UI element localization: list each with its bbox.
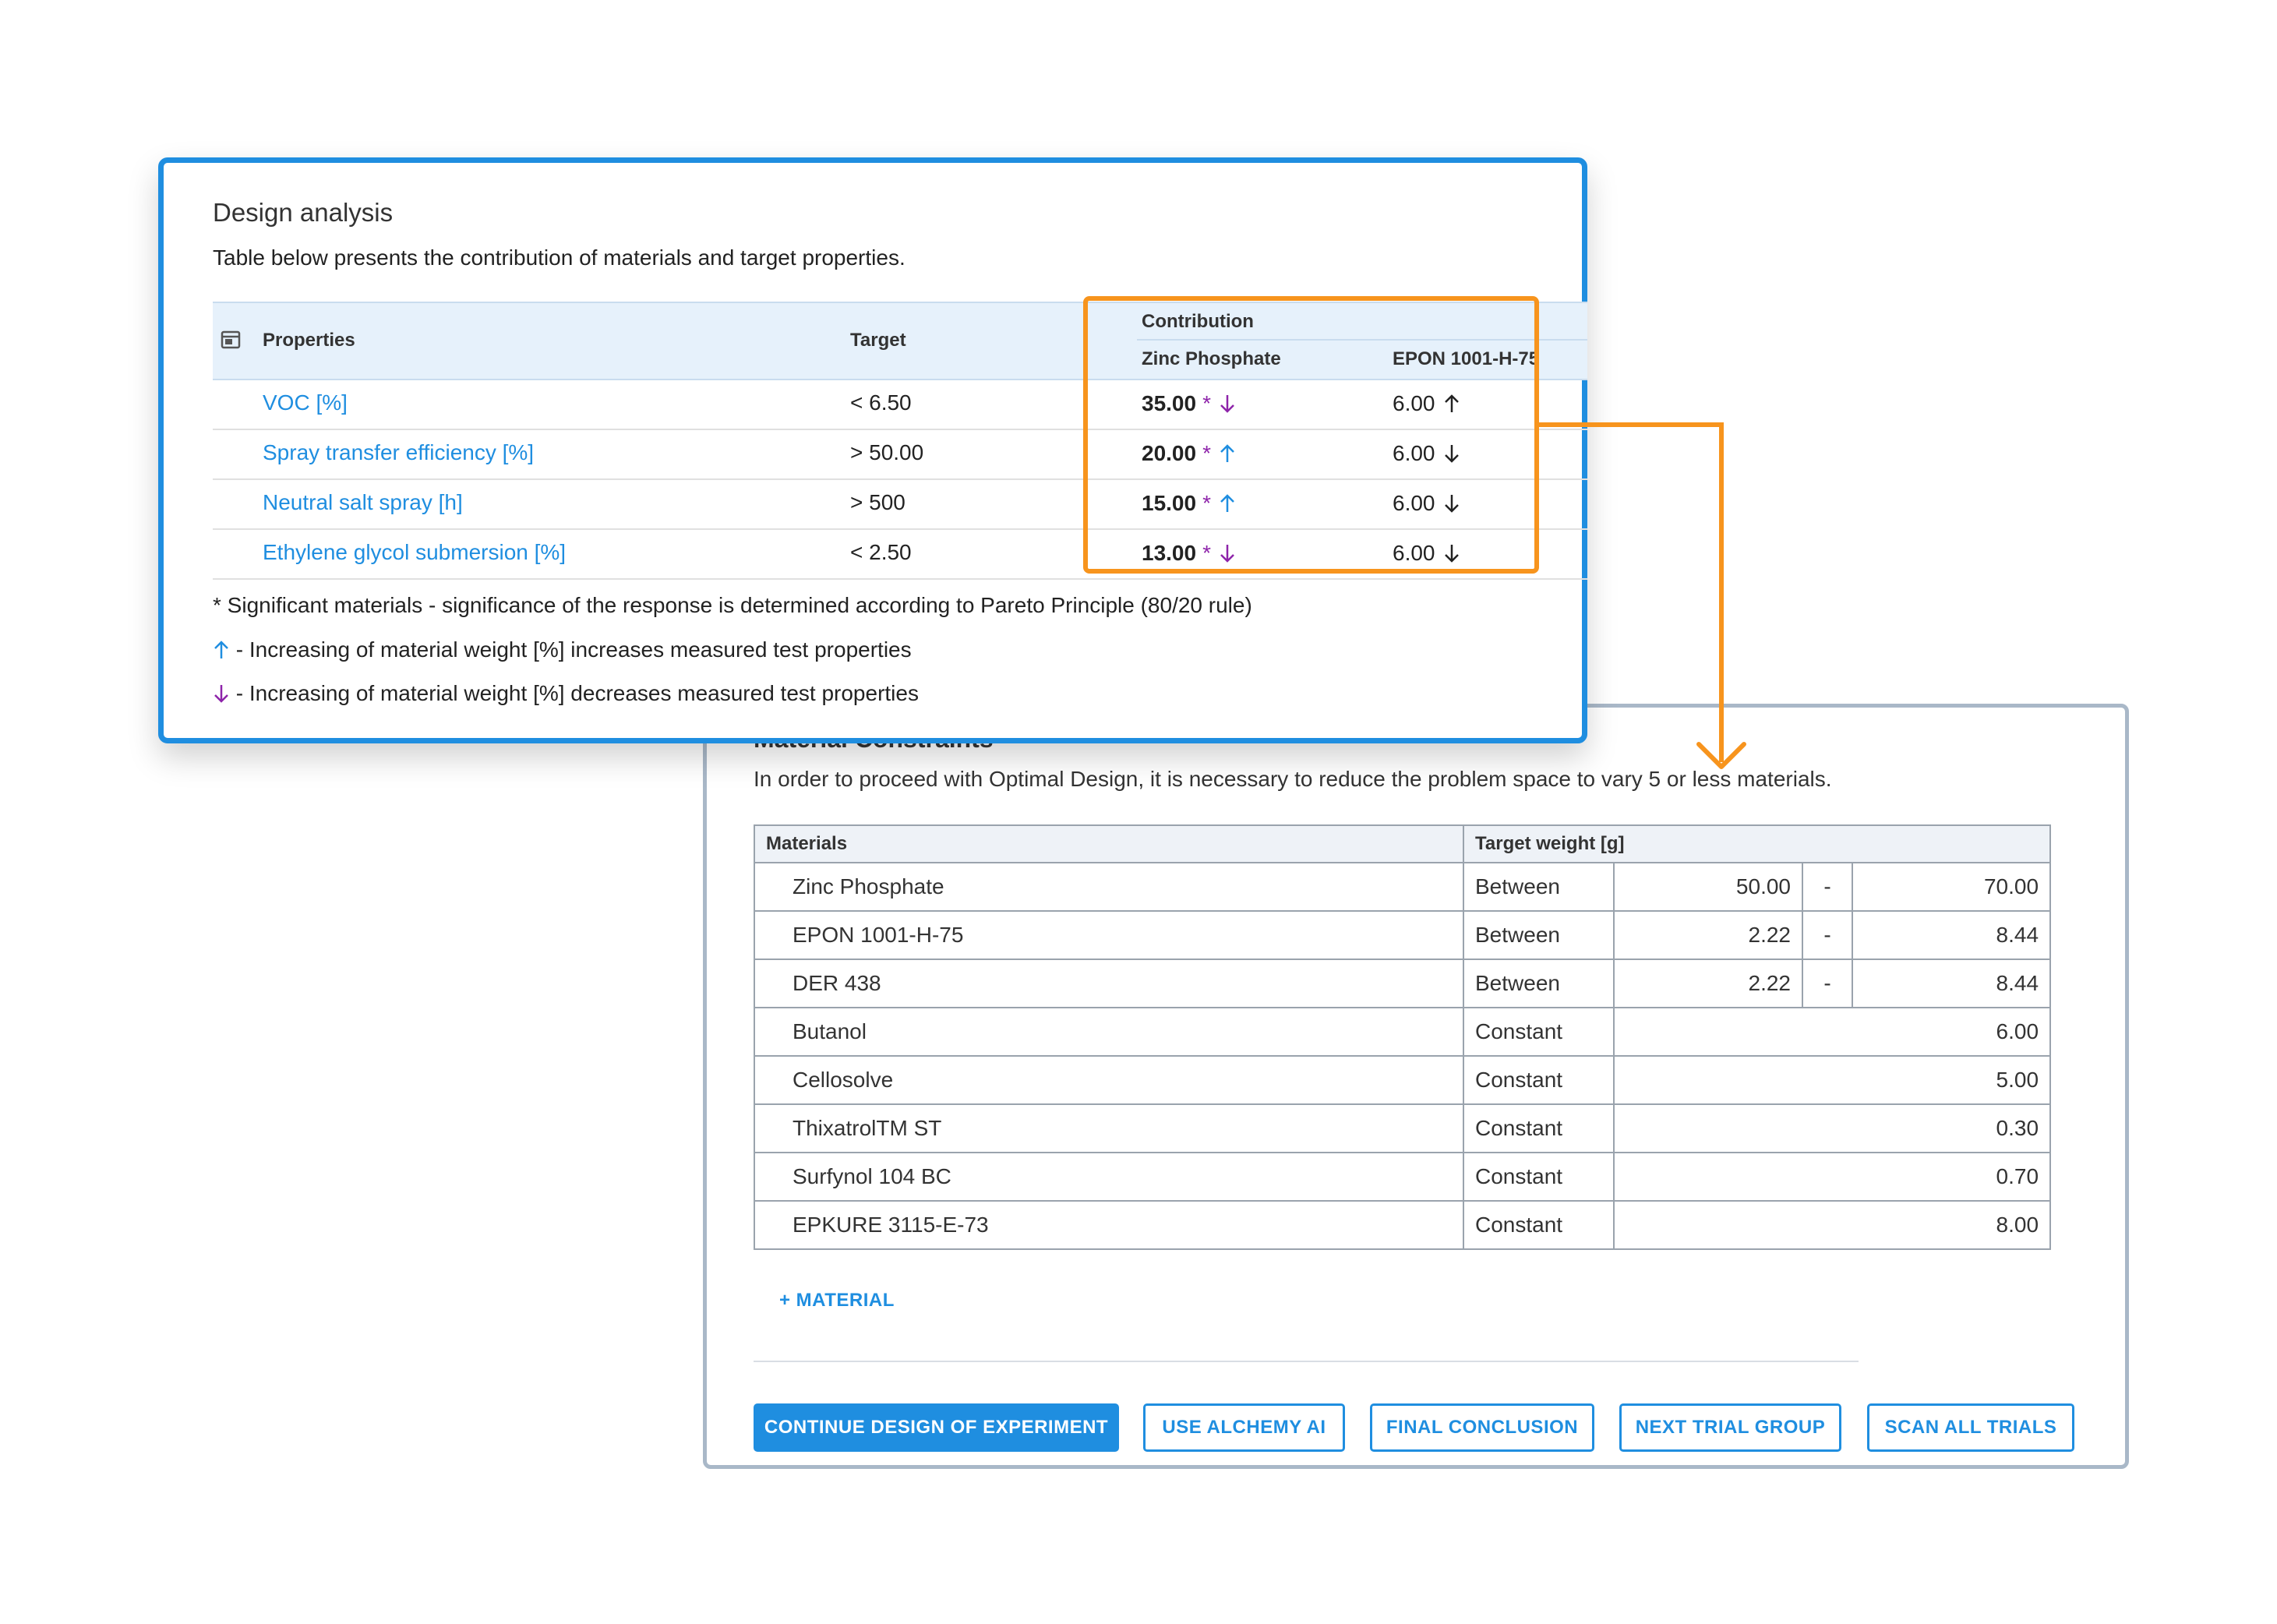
property-link[interactable]: Ethylene glycol submersion [%]	[263, 540, 566, 565]
material-link[interactable]: Cellosolve	[754, 1055, 1464, 1105]
final-conclusion-button[interactable]: FINAL CONCLUSION	[1370, 1403, 1594, 1452]
min-weight-input[interactable]: 2.22	[1613, 910, 1803, 960]
divider	[754, 1361, 1859, 1362]
scan-all-trials-button[interactable]: SCAN ALL TRIALS	[1867, 1403, 2074, 1452]
material-link[interactable]: ThixatrolTM ST	[754, 1103, 1464, 1153]
target-column-header[interactable]: Target	[850, 330, 906, 351]
property-link[interactable]: Neutral salt spray [h]	[263, 490, 463, 515]
design-analysis-title: Design analysis	[213, 198, 394, 227]
decrease-legend: - Increasing of material weight [%] decr…	[213, 680, 919, 706]
range-separator: -	[1802, 959, 1853, 1008]
material-constraints-table: Materials Target weight [g] Zinc Phospha…	[754, 824, 2052, 1250]
arrow-down-icon	[214, 685, 228, 703]
next-trial-group-button[interactable]: NEXT TRIAL GROUP	[1619, 1403, 1841, 1452]
constraint-type[interactable]: Between	[1463, 910, 1615, 960]
target-value: > 50.00	[850, 440, 924, 464]
max-weight-input[interactable]: 70.00	[1851, 862, 2052, 912]
add-material-button[interactable]: + MATERIAL	[779, 1290, 895, 1312]
column-settings-icon[interactable]	[221, 330, 241, 353]
property-link[interactable]: VOC [%]	[263, 390, 348, 415]
use-alchemy-ai-button[interactable]: USE ALCHEMY AI	[1143, 1403, 1345, 1452]
constant-weight-input[interactable]: 8.00	[1612, 1200, 2052, 1250]
contribution-highlight-box	[1083, 296, 1539, 574]
increase-legend: - Increasing of material weight [%] incr…	[213, 637, 912, 662]
table-row: Zinc Phosphate Between 50.00 - 70.00	[754, 862, 2052, 912]
constraint-type[interactable]: Constant	[1463, 1103, 1615, 1153]
table-row: EPON 1001-H-75 Between 2.22 - 8.44	[754, 910, 2052, 960]
material-link[interactable]: Zinc Phosphate	[754, 862, 1464, 912]
table-row: Butanol Constant 6.00	[754, 1007, 2052, 1057]
constraint-type[interactable]: Constant	[1463, 1152, 1615, 1202]
material-constraints-card: Material Constraints In order to proceed…	[703, 704, 2129, 1469]
continue-design-button[interactable]: CONTINUE DESIGN OF EXPERIMENT	[754, 1403, 1119, 1452]
target-weight-column-header: Target weight [g]	[1462, 824, 2052, 863]
design-analysis-description: Table below presents the contribution of…	[213, 245, 906, 270]
table-row: Cellosolve Constant 5.00	[754, 1055, 2052, 1105]
constraint-type[interactable]: Constant	[1463, 1007, 1615, 1057]
constraint-type[interactable]: Constant	[1463, 1055, 1615, 1105]
target-value: < 6.50	[850, 390, 912, 415]
properties-column-header[interactable]: Properties	[263, 330, 355, 351]
min-weight-input[interactable]: 50.00	[1613, 862, 1803, 912]
increase-legend-text: - Increasing of material weight [%] incr…	[235, 637, 912, 662]
range-separator: -	[1802, 910, 1853, 960]
min-weight-input[interactable]: 2.22	[1613, 959, 1803, 1008]
constant-weight-input[interactable]: 5.00	[1612, 1055, 2052, 1105]
table-row: Surfynol 104 BC Constant 0.70	[754, 1152, 2052, 1202]
max-weight-input[interactable]: 8.44	[1851, 910, 2052, 960]
constant-weight-input[interactable]: 0.70	[1612, 1152, 2052, 1202]
significance-note: * Significant materials - significance o…	[213, 593, 1252, 617]
constant-weight-input[interactable]: 6.00	[1612, 1007, 2052, 1057]
target-value: > 500	[850, 490, 906, 514]
material-link[interactable]: EPON 1001-H-75	[754, 910, 1464, 960]
material-link[interactable]: Surfynol 104 BC	[754, 1152, 1464, 1202]
constraint-type[interactable]: Between	[1463, 959, 1615, 1008]
property-link[interactable]: Spray transfer efficiency [%]	[263, 440, 534, 465]
materials-column-header: Materials	[754, 824, 1464, 863]
range-separator: -	[1802, 862, 1853, 912]
table-row: DER 438 Between 2.22 - 8.44	[754, 959, 2052, 1008]
target-value: < 2.50	[850, 540, 912, 564]
material-constraints-description: In order to proceed with Optimal Design,…	[754, 767, 1832, 791]
table-row: ThixatrolTM ST Constant 0.30	[754, 1103, 2052, 1153]
constant-weight-input[interactable]: 0.30	[1612, 1103, 2052, 1153]
material-link[interactable]: Butanol	[754, 1007, 1464, 1057]
constraint-type[interactable]: Between	[1463, 862, 1615, 912]
table-header-row: Materials Target weight [g]	[754, 824, 2052, 863]
decrease-legend-text: - Increasing of material weight [%] decr…	[235, 681, 919, 705]
material-link[interactable]: EPKURE 3115-E-73	[754, 1200, 1464, 1250]
max-weight-input[interactable]: 8.44	[1851, 959, 2052, 1008]
arrow-up-icon	[214, 641, 228, 658]
material-link[interactable]: DER 438	[754, 959, 1464, 1008]
constraint-type[interactable]: Constant	[1463, 1200, 1615, 1250]
table-row: EPKURE 3115-E-73 Constant 8.00	[754, 1200, 2052, 1250]
